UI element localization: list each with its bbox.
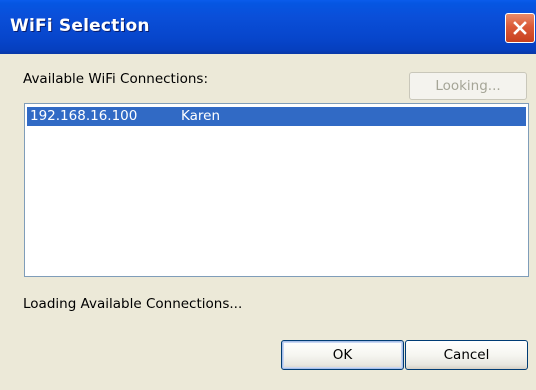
available-connections-label: Available WiFi Connections: — [23, 71, 208, 87]
close-icon — [513, 21, 527, 35]
list-item[interactable]: 192.168.16.100 Karen — [27, 107, 526, 126]
ok-button[interactable]: OK — [281, 340, 404, 370]
connection-name: Karen — [181, 108, 221, 124]
title-bar[interactable]: WiFi Selection — [0, 0, 536, 54]
connection-ip: 192.168.16.100 — [30, 108, 138, 124]
status-text: Loading Available Connections... — [23, 296, 243, 312]
connections-list[interactable]: 192.168.16.100 Karen — [24, 103, 529, 277]
looking-button: Looking... — [409, 72, 527, 100]
close-button[interactable] — [505, 13, 535, 43]
cancel-button[interactable]: Cancel — [405, 340, 528, 370]
window-title: WiFi Selection — [10, 16, 150, 36]
